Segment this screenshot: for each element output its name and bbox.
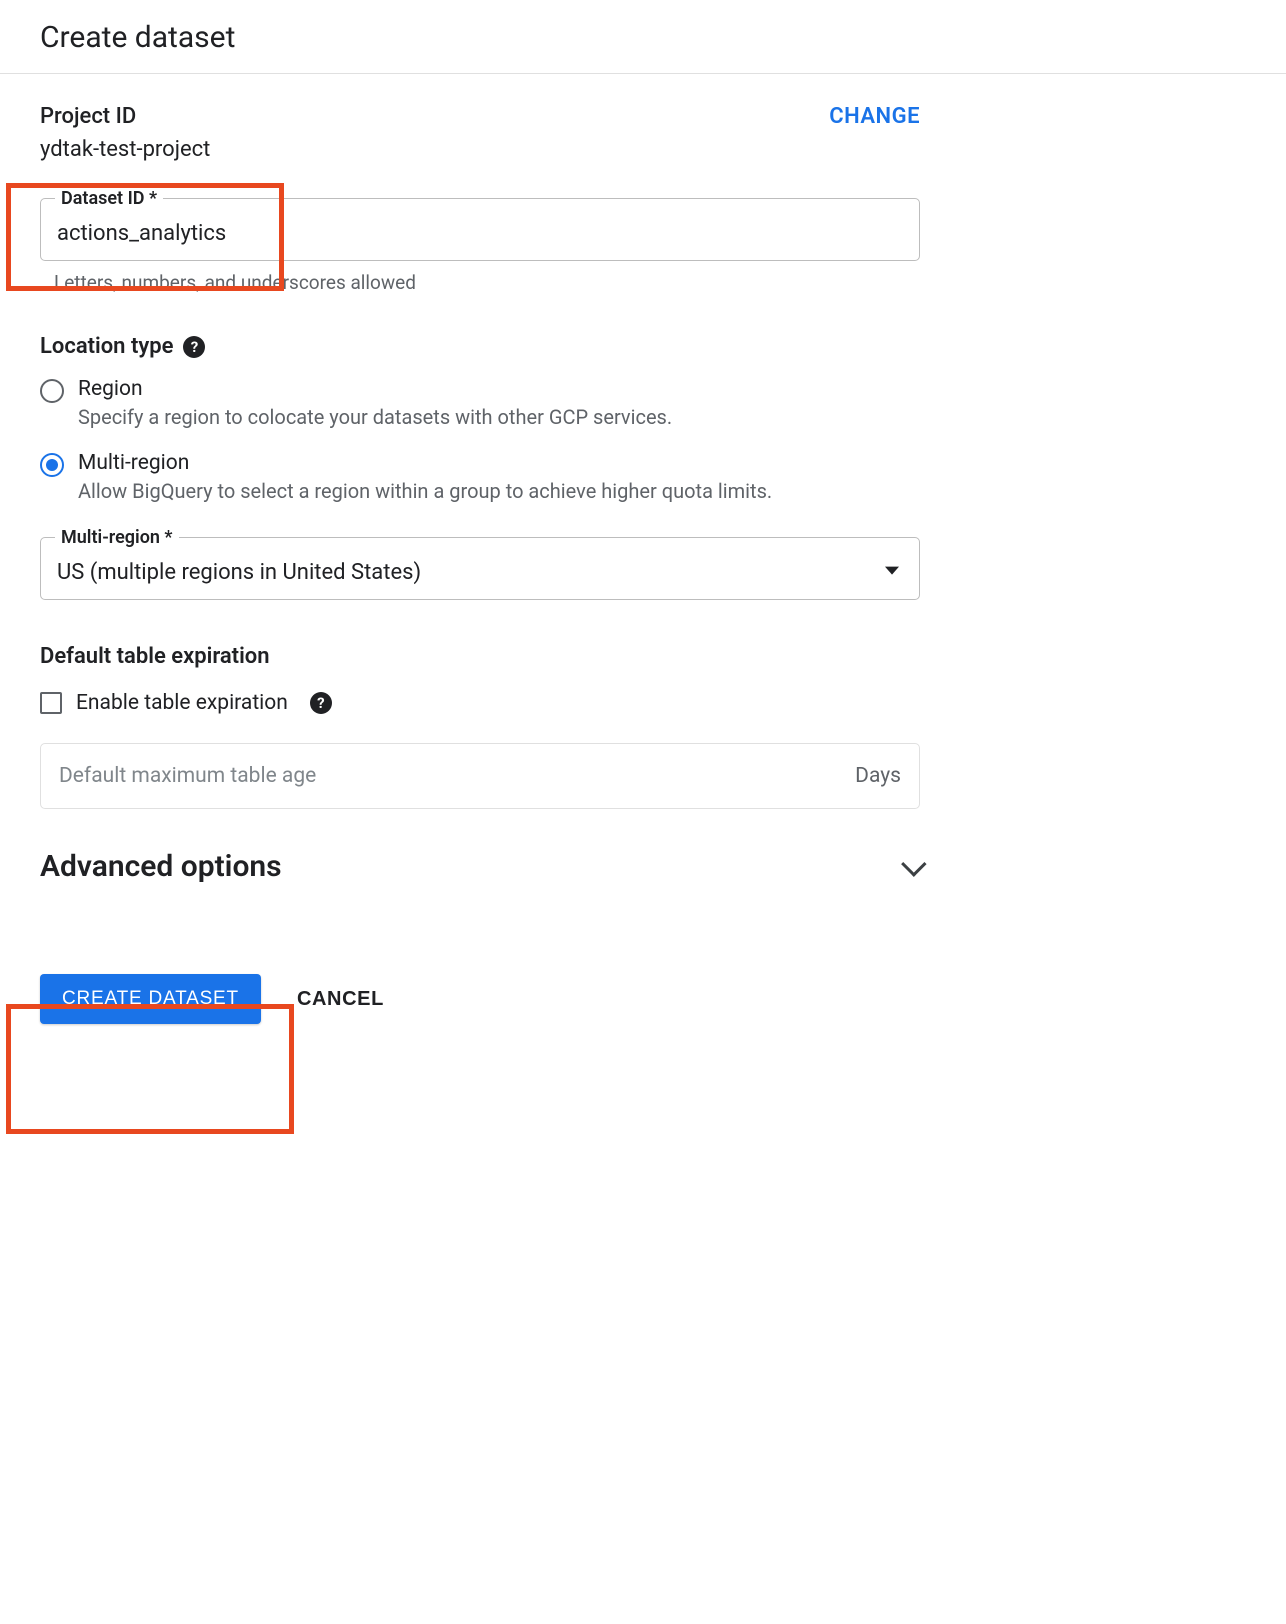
dataset-id-input[interactable]: [57, 221, 903, 246]
enable-expiration-checkbox[interactable]: [40, 692, 62, 714]
advanced-options-title: Advanced options: [40, 849, 282, 884]
multi-region-radio-label: Multi-region: [78, 451, 920, 475]
region-radio-desc: Specify a region to colocate your datase…: [78, 405, 920, 429]
page-title: Create dataset: [0, 0, 1286, 74]
location-type-title: Location type: [40, 334, 173, 359]
multi-region-radio-desc: Allow BigQuery to select a region within…: [78, 479, 920, 503]
chevron-down-icon: [901, 851, 926, 876]
cancel-button[interactable]: CANCEL: [297, 988, 384, 1011]
create-dataset-button[interactable]: CREATE DATASET: [40, 974, 261, 1024]
max-table-age-suffix: Days: [855, 764, 901, 788]
help-icon[interactable]: ?: [310, 692, 332, 714]
max-table-age-field: Default maximum table age Days: [40, 743, 920, 809]
multi-region-select[interactable]: Multi-region * US (multiple regions in U…: [40, 537, 920, 600]
dropdown-arrow-icon: [885, 566, 899, 574]
project-id-value: ydtak-test-project: [40, 137, 210, 162]
change-project-link[interactable]: CHANGE: [829, 104, 920, 129]
dataset-id-helper: Letters, numbers, and underscores allowe…: [40, 261, 920, 294]
multi-region-select-label: Multi-region *: [55, 527, 179, 548]
max-table-age-label: Default maximum table age: [59, 764, 316, 788]
expiration-title: Default table expiration: [40, 644, 920, 669]
help-icon[interactable]: ?: [183, 336, 205, 358]
region-radio[interactable]: [40, 379, 64, 403]
multi-region-radio[interactable]: [40, 453, 64, 477]
dataset-id-label: Dataset ID *: [55, 188, 163, 209]
enable-expiration-label: Enable table expiration: [76, 691, 288, 715]
project-id-label: Project ID: [40, 104, 210, 129]
advanced-options-toggle[interactable]: Advanced options: [40, 849, 920, 884]
dataset-id-field-group: Dataset ID * Letters, numbers, and under…: [40, 198, 920, 294]
region-radio-label: Region: [78, 377, 920, 401]
multi-region-select-value: US (multiple regions in United States): [57, 560, 875, 585]
